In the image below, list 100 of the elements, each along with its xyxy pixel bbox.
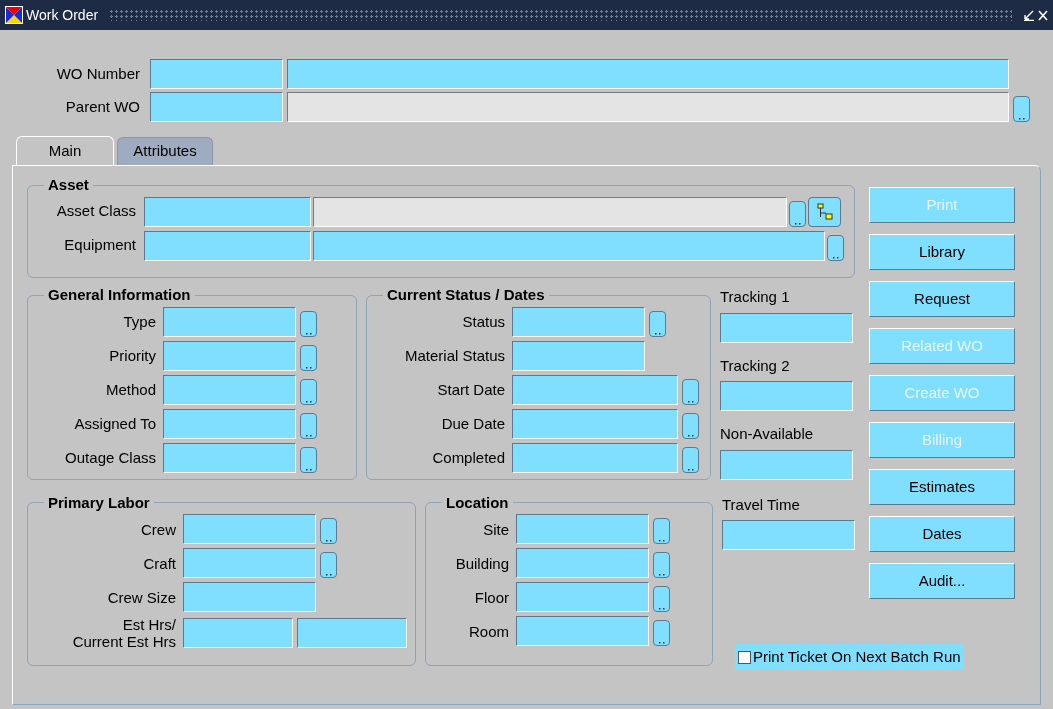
group-title: Current Status / Dates — [386, 285, 546, 305]
list-of-values-button[interactable] — [300, 412, 317, 439]
text-field[interactable] — [512, 442, 678, 473]
field-label: Tracking 1 — [720, 287, 791, 307]
action-button[interactable]: Library — [869, 234, 1015, 270]
list-of-values-button[interactable] — [653, 586, 670, 612]
field-label: Completed — [431, 449, 505, 466]
text-field[interactable] — [163, 374, 296, 405]
text-field[interactable] — [512, 306, 645, 337]
text-field[interactable] — [297, 618, 407, 648]
text-field[interactable] — [516, 548, 649, 578]
field-label: Equipment — [63, 235, 136, 256]
hierarchy-icon — [815, 202, 834, 221]
ellipsis-icon — [831, 255, 840, 260]
close-icon[interactable] — [1038, 9, 1048, 21]
text-field[interactable] — [183, 582, 316, 612]
ellipsis-icon — [657, 641, 666, 645]
ellipsis-icon — [657, 573, 666, 577]
field-label: Type — [122, 313, 156, 330]
text-field[interactable] — [150, 92, 283, 122]
tab[interactable]: Attributes — [117, 137, 213, 165]
text-field[interactable] — [720, 312, 853, 343]
ellipsis-icon — [686, 467, 695, 472]
text-field[interactable] — [512, 340, 645, 371]
list-of-values-button[interactable] — [320, 518, 337, 544]
field-label: Craft — [142, 554, 176, 572]
field-label: Non-Available — [720, 424, 815, 444]
text-field[interactable] — [183, 618, 293, 648]
field-label: Room — [468, 622, 509, 640]
text-field[interactable] — [144, 196, 311, 227]
text-field[interactable] — [163, 306, 296, 337]
list-of-values-button[interactable] — [300, 344, 317, 371]
text-field[interactable] — [720, 381, 853, 411]
ellipsis-icon — [793, 221, 802, 226]
text-field[interactable] — [287, 59, 1009, 89]
field-label: Material Status — [403, 347, 505, 364]
text-field[interactable] — [512, 408, 678, 439]
list-of-values-button[interactable] — [827, 234, 844, 261]
field-label: Site — [482, 520, 509, 538]
text-field[interactable] — [516, 616, 649, 646]
list-of-values-button[interactable] — [1013, 96, 1030, 122]
ellipsis-icon — [324, 573, 333, 577]
ellipsis-icon — [657, 539, 666, 543]
tab[interactable]: Main — [16, 136, 114, 165]
text-field[interactable] — [313, 230, 825, 261]
text-field[interactable] — [150, 59, 283, 89]
text-field[interactable] — [183, 514, 316, 544]
ellipsis-icon — [657, 607, 666, 611]
field-label: Method — [104, 381, 156, 398]
print-ticket-checkbox[interactable]: Print Ticket On Next Batch Run — [735, 644, 964, 670]
list-of-values-button[interactable] — [320, 552, 337, 578]
app-logo-icon — [5, 6, 23, 24]
field-label: Parent WO — [64, 96, 140, 117]
text-field[interactable] — [722, 520, 855, 550]
ellipsis-icon — [1017, 117, 1026, 121]
field-label: Priority — [108, 347, 156, 364]
list-of-values-button[interactable] — [789, 200, 806, 227]
text-field[interactable] — [163, 408, 296, 439]
text-field[interactable] — [144, 230, 311, 261]
text-field[interactable] — [512, 374, 678, 405]
field-label: Start Date — [436, 381, 505, 398]
action-button[interactable]: Request — [869, 281, 1015, 317]
action-button[interactable]: Audit... — [869, 563, 1015, 599]
text-field[interactable] — [163, 340, 296, 371]
ellipsis-icon — [686, 433, 695, 438]
checkbox[interactable] — [738, 650, 751, 664]
field-label: Crew — [140, 520, 176, 538]
ellipsis-icon — [686, 399, 695, 404]
ellipsis-icon — [304, 399, 313, 404]
ellipsis-icon — [324, 539, 333, 543]
field-label: Outage Class — [64, 449, 156, 466]
group-title: Asset — [47, 175, 90, 195]
field-label: Floor — [473, 588, 509, 606]
ellipsis-icon — [304, 365, 313, 370]
list-of-values-button[interactable] — [653, 518, 670, 544]
text-field[interactable] — [183, 548, 316, 578]
list-of-values-button[interactable] — [300, 446, 317, 473]
action-button[interactable]: Estimates — [869, 469, 1015, 505]
action-button[interactable]: Dates — [869, 516, 1015, 552]
list-of-values-button[interactable] — [682, 378, 699, 405]
list-of-values-button[interactable] — [649, 310, 666, 337]
ellipsis-icon — [304, 433, 313, 438]
field-label: Crew Size — [106, 588, 176, 606]
field-label: Est Hrs/ Current Est Hrs — [71, 616, 176, 650]
list-of-values-button[interactable] — [300, 310, 317, 337]
list-of-values-button[interactable] — [682, 412, 699, 439]
field-label: Status — [461, 313, 505, 330]
minimize-icon[interactable] — [1023, 9, 1035, 21]
list-of-values-button[interactable] — [682, 446, 699, 473]
hierarchy-button[interactable] — [808, 196, 841, 227]
ellipsis-icon — [304, 331, 313, 336]
list-of-values-button[interactable] — [653, 620, 670, 646]
text-field[interactable] — [720, 449, 853, 480]
list-of-values-button[interactable] — [653, 552, 670, 578]
list-of-values-button[interactable] — [300, 378, 317, 405]
text-field[interactable] — [516, 514, 649, 544]
field-label: Tracking 2 — [720, 355, 791, 376]
ellipsis-icon — [653, 331, 662, 336]
text-field[interactable] — [163, 442, 296, 473]
text-field[interactable] — [516, 582, 649, 612]
